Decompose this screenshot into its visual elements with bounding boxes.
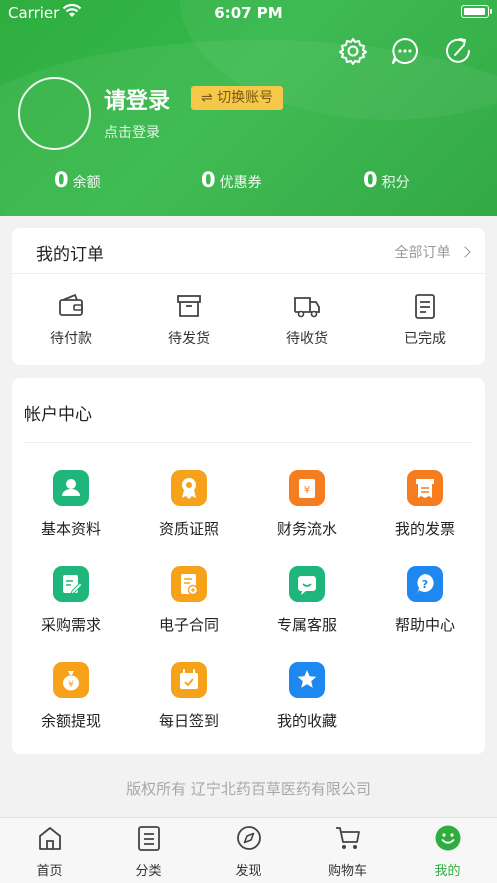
tab-discover[interactable]: 发现 <box>199 824 298 879</box>
avatar[interactable] <box>18 77 91 150</box>
tab-label: 我的 <box>434 864 461 879</box>
account-center-card: 帐户中心 基本资料 资质证照 ¥ 财务流水 我的发票 采购需求 电子合同 专属客… <box>12 378 485 754</box>
account-item-label: 每日签到 <box>158 712 219 730</box>
finance-icon: ¥ <box>289 470 325 506</box>
svg-text:?: ? <box>422 578 428 591</box>
account-item-customer-service[interactable]: 专属客服 <box>248 566 366 635</box>
orders-card: 我的订单 全部订单 待付款 待发货 待收货 已完成 <box>12 228 485 365</box>
account-item-certificates[interactable]: 资质证照 <box>130 470 248 539</box>
order-label: 待收货 <box>286 331 328 347</box>
account-item-withdraw[interactable]: ¥ 余额提现 <box>12 662 130 731</box>
tab-label: 发现 <box>235 864 262 879</box>
battery-icon <box>461 5 489 18</box>
clipboard-icon <box>415 294 435 319</box>
user-icon <box>53 470 89 506</box>
tab-cart[interactable]: 购物车 <box>298 824 397 879</box>
star-icon <box>289 662 325 698</box>
moneybag-icon: ¥ <box>53 662 89 698</box>
certificate-icon <box>171 470 207 506</box>
status-bar: Carrier 6:07 PM <box>0 0 497 26</box>
edit-icon <box>53 566 89 602</box>
account-item-label: 我的收藏 <box>276 712 337 730</box>
account-item-label: 采购需求 <box>40 616 101 634</box>
compass-icon <box>236 826 261 850</box>
account-item-favorites[interactable]: 我的收藏 <box>248 662 366 731</box>
order-completed[interactable]: 已完成 <box>366 292 484 348</box>
orders-title: 我的订单 <box>36 245 104 265</box>
divider <box>24 442 473 443</box>
cart-icon <box>335 827 360 849</box>
order-pending-shipment[interactable]: 待发货 <box>130 292 248 348</box>
box-icon <box>177 295 201 317</box>
calendar-icon <box>171 662 207 698</box>
account-item-label: 基本资料 <box>40 520 101 538</box>
order-label: 待发货 <box>168 331 210 347</box>
login-hint[interactable]: 点击登录 <box>104 122 160 142</box>
account-item-invoice[interactable]: 我的发票 <box>366 470 484 539</box>
orders-header[interactable]: 我的订单 全部订单 <box>12 228 485 274</box>
account-item-label: 专属客服 <box>276 616 337 634</box>
all-orders-link[interactable]: 全部订单 <box>394 242 471 262</box>
account-item-label: 余额提现 <box>40 712 101 730</box>
account-item-label: 我的发票 <box>394 520 455 538</box>
tab-bar: 首页 分类 发现 购物车 我的 <box>0 817 497 883</box>
tab-category[interactable]: 分类 <box>99 824 198 879</box>
home-icon <box>38 827 61 850</box>
truck-icon <box>294 297 320 318</box>
profile-header: Carrier 6:07 PM 请登录 ⇌ 切换账号 点击登录 0 余额 0 优惠券… <box>0 0 497 216</box>
wallet-icon <box>59 293 83 316</box>
account-item-purchase-needs[interactable]: 采购需求 <box>12 566 130 635</box>
list-icon <box>137 826 160 851</box>
account-item-help[interactable]: ? 帮助中心 <box>366 566 484 635</box>
share-icon[interactable] <box>443 36 473 66</box>
account-item-label: 财务流水 <box>276 520 337 538</box>
message-icon[interactable] <box>390 36 420 66</box>
chevron-right-icon <box>459 246 471 258</box>
account-item-label: 帮助中心 <box>394 616 455 634</box>
stat-balance[interactable]: 0 余额 <box>54 168 101 192</box>
account-item-contract[interactable]: 电子合同 <box>130 566 248 635</box>
svg-text:¥: ¥ <box>68 680 74 690</box>
switch-account-button[interactable]: ⇌ 切换账号 <box>191 86 284 110</box>
account-item-daily-checkin[interactable]: 每日签到 <box>130 662 248 731</box>
account-item-label: 电子合同 <box>158 616 219 634</box>
order-label: 已完成 <box>404 331 446 347</box>
clock: 6:07 PM <box>214 4 283 22</box>
battery-tip <box>490 9 492 14</box>
account-item-finance[interactable]: ¥ 财务流水 <box>248 470 366 539</box>
contract-icon <box>171 566 207 602</box>
smile-icon <box>435 825 460 851</box>
account-item-profile[interactable]: 基本资料 <box>12 470 130 539</box>
stat-points[interactable]: 0 积分 <box>363 168 410 192</box>
stat-value: 0 <box>54 168 69 192</box>
account-item-label: 资质证照 <box>158 520 219 538</box>
account-center-title: 帐户中心 <box>24 405 92 425</box>
order-pending-payment[interactable]: 待付款 <box>12 292 130 348</box>
login-title[interactable]: 请登录 <box>104 83 170 115</box>
settings-icon[interactable] <box>338 36 368 66</box>
help-icon: ? <box>407 566 443 602</box>
stat-value: 0 <box>363 168 378 192</box>
tab-label: 购物车 <box>327 864 367 879</box>
tab-label: 首页 <box>36 864 63 879</box>
stat-label: 余额 <box>72 175 101 191</box>
tab-home[interactable]: 首页 <box>0 824 99 879</box>
svg-text:¥: ¥ <box>304 485 310 496</box>
all-orders-label: 全部订单 <box>394 245 451 261</box>
stat-coupons[interactable]: 0 优惠券 <box>201 168 262 192</box>
order-label: 待付款 <box>50 331 92 347</box>
invoice-icon <box>407 470 443 506</box>
stat-value: 0 <box>201 168 216 192</box>
tab-mine[interactable]: 我的 <box>398 824 497 879</box>
order-pending-receipt[interactable]: 待收货 <box>248 292 366 348</box>
stat-label: 优惠券 <box>219 175 262 191</box>
stat-label: 积分 <box>381 175 410 191</box>
tab-label: 分类 <box>135 864 162 879</box>
chat-icon <box>289 566 325 602</box>
copyright-text: 版权所有 辽宁北药百草医药有限公司 <box>126 780 371 798</box>
